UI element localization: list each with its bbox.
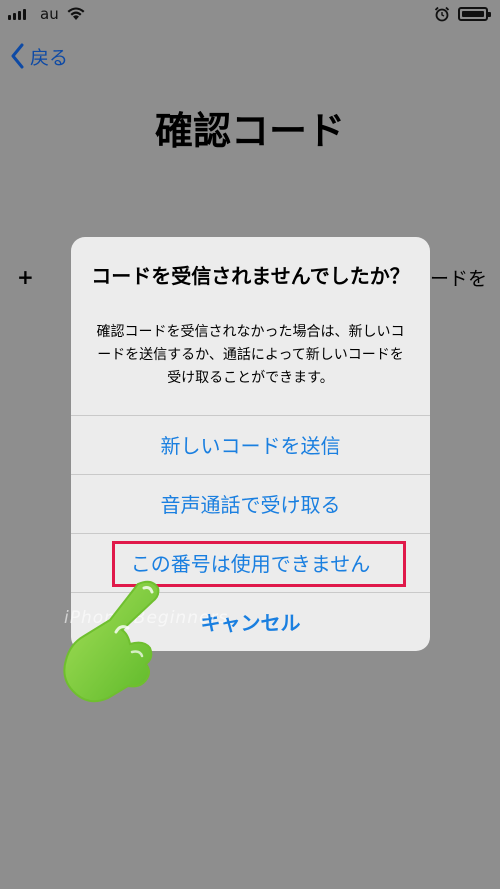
back-label: 戻る xyxy=(30,46,69,69)
page-title: 確認コード xyxy=(154,109,345,153)
receive-by-voice-call-button[interactable]: 音声通話で受け取る xyxy=(71,474,430,532)
background-link-fragment: ードを xyxy=(430,268,488,290)
alert-message: 確認コードを受信されなかった場合は、新しいコードを送信するか、通話によって新しい… xyxy=(96,324,405,386)
signal-icon xyxy=(8,9,26,20)
alarm-icon xyxy=(434,6,450,22)
back-button[interactable]: 戻る xyxy=(10,38,68,74)
status-bar: au xyxy=(0,0,500,30)
battery-icon xyxy=(458,7,491,21)
wifi-icon xyxy=(67,7,85,20)
alert-header: コードを受信されませんでしたか？ 確認コードを受信されなかった場合は、新しいコー… xyxy=(71,237,430,415)
pointing-hand-icon xyxy=(63,580,160,703)
country-code-plus: + xyxy=(17,265,34,289)
carrier-label: au xyxy=(40,5,59,23)
alert-title: コードを受信されませんでしたか？ xyxy=(91,264,410,288)
send-new-code-button[interactable]: 新しいコードを送信 xyxy=(71,415,430,473)
chevron-left-icon xyxy=(11,43,24,69)
